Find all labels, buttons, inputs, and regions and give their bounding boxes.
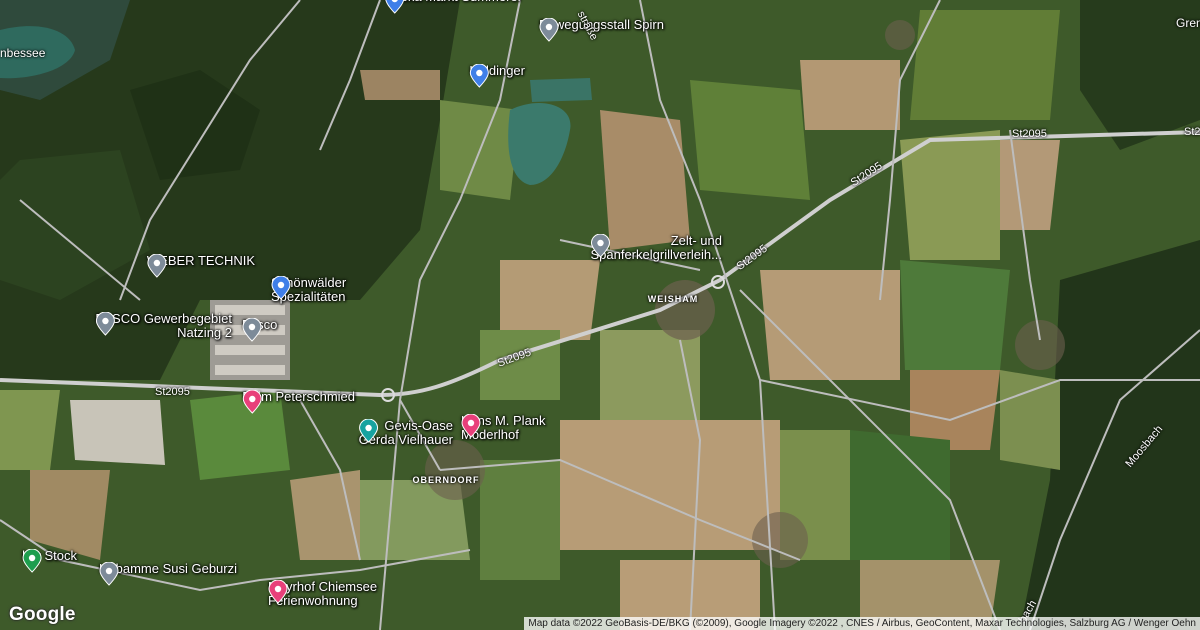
google-logo: Google bbox=[9, 604, 76, 625]
peterschmied-pin[interactable]: Beim Peterschmied bbox=[242, 390, 355, 414]
shopping-cart-icon bbox=[385, 0, 405, 14]
hans-plank-pin[interactable]: Hans M. Plank Möderlhof bbox=[461, 414, 546, 442]
place-weisham: WEISHAM bbox=[647, 294, 699, 304]
place-oberndorf: OBERNDORF bbox=[412, 475, 480, 485]
zelt-pin[interactable]: Zelt- und Spanferkelgrillverleih... bbox=[590, 234, 722, 262]
lake-label: nbessee bbox=[0, 46, 46, 60]
mayrhof-pin[interactable]: Mayrhof Chiemsee Ferienwohnung bbox=[268, 580, 377, 608]
hebamme-pin-label: Hebamme Susi Geburzi bbox=[99, 561, 237, 576]
location-icon bbox=[590, 234, 610, 258]
edeka-pin-label: Edeka Markt Summerer bbox=[385, 0, 522, 4]
location-icon bbox=[539, 18, 559, 42]
shopping-bag-icon bbox=[271, 276, 291, 300]
gevis-oase-pin[interactable]: Gevis-Oase Gerda Vielhauer bbox=[359, 419, 453, 447]
road-label-st2095-6: St2095 bbox=[1184, 126, 1200, 138]
bewegungsstall-pin[interactable]: Bewegungsstall Spirn bbox=[539, 18, 664, 42]
bed-icon bbox=[461, 414, 481, 438]
holdinger-pin[interactable]: Holdinger bbox=[469, 64, 525, 88]
location-icon bbox=[99, 562, 119, 586]
map-attribution[interactable]: Map data ©2022 GeoBasis-DE/BKG (©2009), … bbox=[524, 617, 1200, 630]
shopping-bag-icon bbox=[469, 64, 489, 88]
weber-technik-pin[interactable]: WEBER TECHNIK bbox=[147, 254, 255, 278]
road-label-st2095-1: St2095 bbox=[155, 386, 190, 398]
location-icon bbox=[95, 312, 115, 336]
satellite-map[interactable]: Edeka Markt Summerer Bewegungsstall Spirn… bbox=[0, 0, 1200, 630]
bed-icon bbox=[242, 390, 262, 414]
fesco-pin[interactable]: Fesco bbox=[242, 318, 277, 342]
spa-icon bbox=[359, 419, 379, 443]
location-icon bbox=[22, 549, 42, 573]
schoenwaelder-pin[interactable]: Schönwälder Spezialitäten bbox=[271, 276, 346, 304]
location-icon bbox=[242, 318, 262, 342]
hebamme-pin[interactable]: Hebamme Susi Geburzi bbox=[99, 561, 237, 586]
grenz-label: Grenz bbox=[1176, 16, 1200, 30]
fesco-gewerbegebiet-pin-label: FESCO Gewerbegebiet Natzing 2 bbox=[95, 311, 232, 340]
edeka-pin[interactable]: Edeka Markt Summerer bbox=[385, 0, 522, 14]
road-label-st2095-5: St2095 bbox=[1012, 128, 1047, 140]
fesco-gewerbegebiet-pin[interactable]: FESCO Gewerbegebiet Natzing 2 bbox=[95, 312, 232, 340]
bar-stock-pin[interactable]: bar Stock bbox=[22, 549, 77, 573]
bed-icon bbox=[268, 580, 288, 604]
location-icon bbox=[147, 254, 167, 278]
